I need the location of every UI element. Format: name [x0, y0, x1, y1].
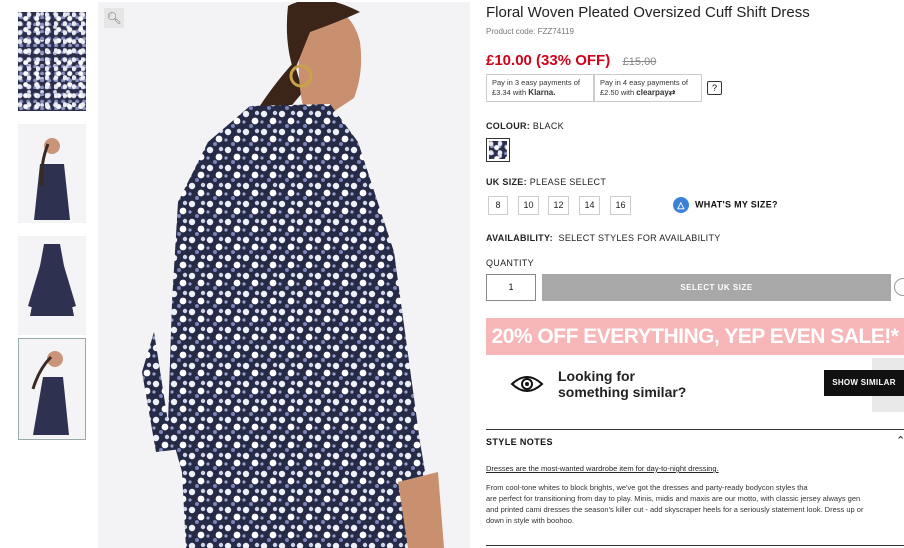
- quantity-label: QUANTITY: [486, 258, 534, 268]
- payment-help-button[interactable]: ?: [707, 81, 722, 95]
- klarna-logo: Klarna.: [528, 88, 556, 97]
- original-price: £15.00: [622, 56, 657, 68]
- show-similar-button[interactable]: SHOW SIMILAR: [824, 370, 904, 396]
- clearpay-payment-box[interactable]: Pay in 4 easy payments of £2.50 with cle…: [594, 74, 702, 102]
- klarna-line1: Pay in 3 easy payments of: [492, 78, 580, 87]
- eye-icon: [510, 376, 544, 392]
- colour-label: COLOUR:: [486, 121, 531, 131]
- main-product-image: 🔍︎: [98, 2, 470, 548]
- style-notes-line: down in style with boohoo.: [486, 516, 574, 525]
- whats-my-size-label: WHAT'S MY SIZE?: [695, 199, 778, 210]
- klarna-line2: £3.34 with: [492, 88, 527, 97]
- heart-icon[interactable]: [894, 278, 904, 296]
- size-option-12[interactable]: 12: [548, 196, 569, 215]
- similar-products-panel: Looking for something similar? SHOW SIMI…: [486, 358, 904, 412]
- divider-top: [486, 429, 904, 430]
- similar-line2: something similar?: [558, 384, 687, 400]
- size-value: PLEASE SELECT: [529, 177, 607, 187]
- thumbnail-2[interactable]: [18, 124, 86, 223]
- chevron-up-icon[interactable]: ⌃: [896, 434, 904, 447]
- clearpay-logo: clearpay: [636, 88, 669, 97]
- product-title: Floral Woven Pleated Oversized Cuff Shif…: [486, 4, 810, 21]
- clearpay-logo-icon: ⇄: [668, 88, 676, 97]
- colour-label-row: COLOUR: BLACK: [486, 121, 564, 131]
- klarna-payment-box[interactable]: Pay in 3 easy payments of £3.34 with Kla…: [486, 74, 594, 102]
- thumbnail-4-selected[interactable]: [18, 338, 86, 440]
- colour-swatch-black[interactable]: [486, 138, 510, 162]
- quantity-input[interactable]: 1: [486, 274, 536, 301]
- size-option-10[interactable]: 10: [518, 196, 539, 215]
- availability-value: SELECT STYLES FOR AVAILABILITY: [558, 233, 721, 243]
- similar-text: Looking for something similar?: [558, 368, 686, 400]
- style-notes-body: From cool-tone whites to block brights, …: [486, 482, 904, 526]
- whats-my-size-link[interactable]: △ WHAT'S MY SIZE?: [673, 197, 778, 213]
- availability-row: AVAILABILITY: SELECT STYLES FOR AVAILABI…: [486, 233, 721, 243]
- style-notes-heading[interactable]: STYLE NOTES: [486, 437, 553, 447]
- hanger-icon: △: [673, 197, 689, 213]
- zoom-icon[interactable]: 🔍︎: [104, 8, 124, 28]
- product-code: Product code: FZZ74119: [486, 27, 574, 36]
- clearpay-line1: Pay in 4 easy payments of: [600, 78, 688, 87]
- size-label: UK SIZE:: [486, 177, 527, 187]
- style-notes-line: From cool-tone whites to block brights, …: [486, 483, 808, 492]
- colour-value: BLACK: [532, 121, 564, 131]
- select-size-button[interactable]: SELECT UK SIZE: [542, 274, 891, 301]
- size-option-14[interactable]: 14: [579, 196, 600, 215]
- clearpay-line2: £2.50 with: [600, 88, 635, 97]
- style-notes-line: and printed cami dresses the season's ki…: [486, 505, 864, 514]
- size-label-row: UK SIZE: PLEASE SELECT: [486, 177, 606, 187]
- availability-label: AVAILABILITY:: [486, 233, 553, 243]
- similar-line1: Looking for: [558, 368, 635, 384]
- divider-bottom: [486, 545, 904, 546]
- thumbnail-3[interactable]: [18, 236, 86, 335]
- sale-price: £10.00 (33% OFF): [486, 52, 611, 69]
- size-option-16[interactable]: 16: [610, 196, 631, 215]
- promo-banner[interactable]: 20% OFF EVERYTHING, YEP EVEN SALE!*: [486, 318, 904, 355]
- thumbnail-1[interactable]: [18, 12, 86, 111]
- size-option-8[interactable]: 8: [488, 196, 508, 215]
- price-row: £10.00 (33% OFF) £15.00: [486, 52, 656, 70]
- style-notes-subheading: Dresses are the most-wanted wardrobe ite…: [486, 464, 719, 473]
- style-notes-line: are perfect for transitioning from day t…: [486, 494, 861, 503]
